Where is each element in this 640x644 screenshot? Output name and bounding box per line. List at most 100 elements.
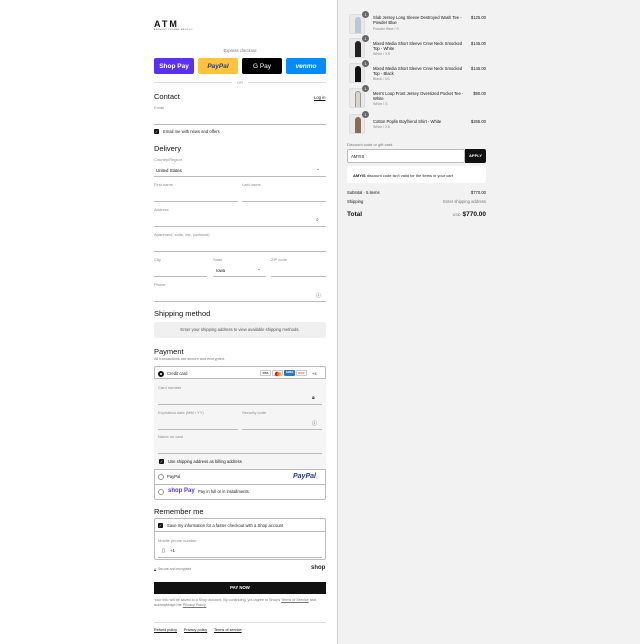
email-label: Email: [154, 105, 165, 110]
city-field[interactable]: [154, 265, 207, 277]
discount-input[interactable]: [347, 149, 465, 163]
apply-button[interactable]: APPLY: [465, 149, 486, 163]
cart-item-qty: 1: [362, 85, 369, 92]
cart-item-name: Men's Loop Front Jersey Oversized Pocket…: [373, 91, 464, 102]
privacy-link[interactable]: Privacy Policy.: [183, 603, 207, 607]
address-field[interactable]: [154, 215, 326, 227]
google-pay-button[interactable]: G Pay: [242, 58, 282, 74]
card-number-field[interactable]: [158, 393, 322, 405]
first-name-label: First name: [154, 182, 173, 187]
pay-now-button[interactable]: PAY NOW: [154, 582, 326, 594]
apartment-label: Apartment, suite, etc. (optional): [154, 232, 210, 237]
contact-heading: Contact: [154, 92, 180, 101]
state-value: Iowa: [216, 268, 226, 273]
country-value: United States: [156, 168, 182, 173]
cart-item-qty: 1: [362, 11, 369, 18]
discount-value: AMYIS: [351, 154, 365, 159]
mobile-phone-icon: ▯: [162, 548, 165, 554]
cart-item-name: Mixed Media Short Sleeve Crew Neck Smock…: [373, 41, 463, 52]
privacy-policy-link[interactable]: Privacy policy: [184, 628, 207, 632]
shop-pay-logo: shop Pay: [168, 488, 195, 494]
country-label: Country/Region: [154, 157, 182, 162]
shipping-note: Enter your shipping address to view avai…: [154, 322, 326, 338]
refund-policy-link[interactable]: Refund policy: [154, 628, 177, 632]
mastercard-icon: [272, 370, 283, 377]
expiry-field[interactable]: [158, 418, 238, 430]
payment-subtitle: All transactions are secure and encrypte…: [154, 357, 225, 361]
terms-of-service-link[interactable]: Terms of service: [214, 628, 242, 632]
address-label: Address: [154, 207, 169, 212]
legal-text: Your info will be saved to a Shop accoun…: [154, 598, 326, 608]
brand-logo[interactable]: ATM: [154, 19, 179, 29]
security-code-field[interactable]: [242, 418, 322, 430]
shop-pay-option-label: Pay in full or in installments: [198, 489, 249, 494]
shop-logo: shop: [311, 565, 326, 571]
shop-pay-radio[interactable]: [158, 489, 164, 495]
first-name-field[interactable]: [154, 190, 238, 202]
cart-item-price: $145.00: [470, 41, 486, 46]
checkout-form-panel: ATM ANTHONY THOMAS MELILLO Express check…: [0, 0, 336, 644]
paypal-option-label: PayPal: [167, 474, 181, 479]
city-label: City: [154, 257, 161, 262]
cart-item-variant: Black / XS: [373, 77, 390, 81]
remember-heading: Remember me: [154, 507, 204, 516]
email-field[interactable]: [154, 113, 326, 125]
lock-icon: 🔒︎: [312, 395, 315, 401]
amex-icon: AMEX: [284, 370, 295, 376]
shop-pay-button[interactable]: Shop Pay: [154, 58, 194, 74]
search-icon: ⌕: [316, 217, 319, 223]
cart-item-price: $145.00: [470, 66, 486, 71]
phone-label: Phone: [154, 282, 166, 287]
shipping-row: Shipping Enter shipping address: [347, 199, 486, 204]
name-on-card-label: Name on card: [158, 434, 184, 439]
phone-field[interactable]: [154, 290, 326, 302]
or-text: OR: [237, 80, 243, 85]
remember-divider: [154, 531, 326, 532]
security-code-label: Security code: [242, 410, 267, 415]
lock-small-icon: 🔒︎: [154, 567, 157, 572]
cart-item-qty: 1: [362, 35, 369, 42]
or-divider: OR: [154, 80, 326, 85]
help-icon[interactable]: ⓘ: [316, 292, 321, 299]
cart-item-name: Mixed Media Short Sleeve Crew Neck Smock…: [373, 66, 463, 77]
total-value: $770.00: [462, 211, 487, 218]
zip-field[interactable]: [271, 265, 326, 277]
subtotal-value: $770.00: [470, 190, 486, 195]
discount-error-message: discount code isn't valid for the items …: [366, 173, 453, 178]
shipping-label: Shipping: [347, 199, 364, 204]
total-label: Total: [347, 211, 363, 218]
expiry-label: Expiration date (MM / YY): [158, 410, 204, 415]
security-help-icon[interactable]: ⓘ: [312, 420, 317, 427]
cart-item-variant: White / S: [373, 102, 388, 106]
billing-same-checkbox[interactable]: ✓: [159, 459, 164, 464]
last-name-field[interactable]: [242, 190, 326, 202]
more-cards-count: +4: [312, 371, 317, 376]
payment-heading: Payment: [154, 347, 184, 356]
brand-tagline: ANTHONY THOMAS MELILLO: [154, 29, 193, 31]
mobile-prefix: +1: [170, 548, 175, 553]
login-link[interactable]: Log in: [314, 95, 325, 100]
venmo-button[interactable]: venmo: [286, 58, 326, 74]
cart-item-qty: 1: [362, 60, 369, 67]
subtotal-label: Subtotal · 5 items: [347, 190, 380, 195]
mobile-field[interactable]: [158, 546, 322, 558]
name-on-card-field[interactable]: [158, 442, 322, 454]
cart-item-price: $90.00: [473, 91, 486, 96]
state-chevron-icon: ⌄: [257, 266, 261, 271]
news-checkbox[interactable]: ✓: [154, 129, 159, 134]
apartment-field[interactable]: [154, 240, 326, 252]
state-label: State: [213, 257, 223, 262]
zip-label: ZIP code: [271, 257, 287, 262]
card-number-label: Card number: [158, 385, 182, 390]
terms-link[interactable]: Terms of Service: [281, 598, 308, 602]
paypal-button[interactable]: PayPal: [198, 58, 238, 74]
credit-card-radio[interactable]: [158, 371, 164, 377]
last-name-label: Last name: [242, 182, 261, 187]
cart-item-variant: Powder Blue / S: [373, 27, 399, 31]
billing-same-label: Use shipping address as billing address: [168, 459, 242, 464]
save-info-checkbox[interactable]: ✓: [158, 523, 163, 528]
payment-divider: [154, 484, 326, 485]
paypal-radio[interactable]: [158, 474, 164, 480]
cart-item-variant: White / XS: [373, 125, 390, 129]
discount-error-code: AMYIS: [353, 173, 366, 178]
